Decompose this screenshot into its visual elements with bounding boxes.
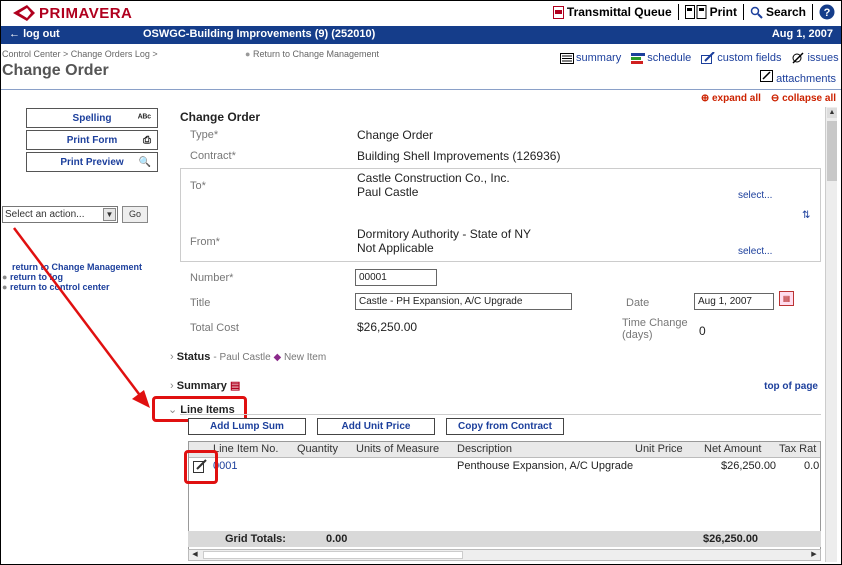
annotation-arrow xyxy=(13,227,150,408)
